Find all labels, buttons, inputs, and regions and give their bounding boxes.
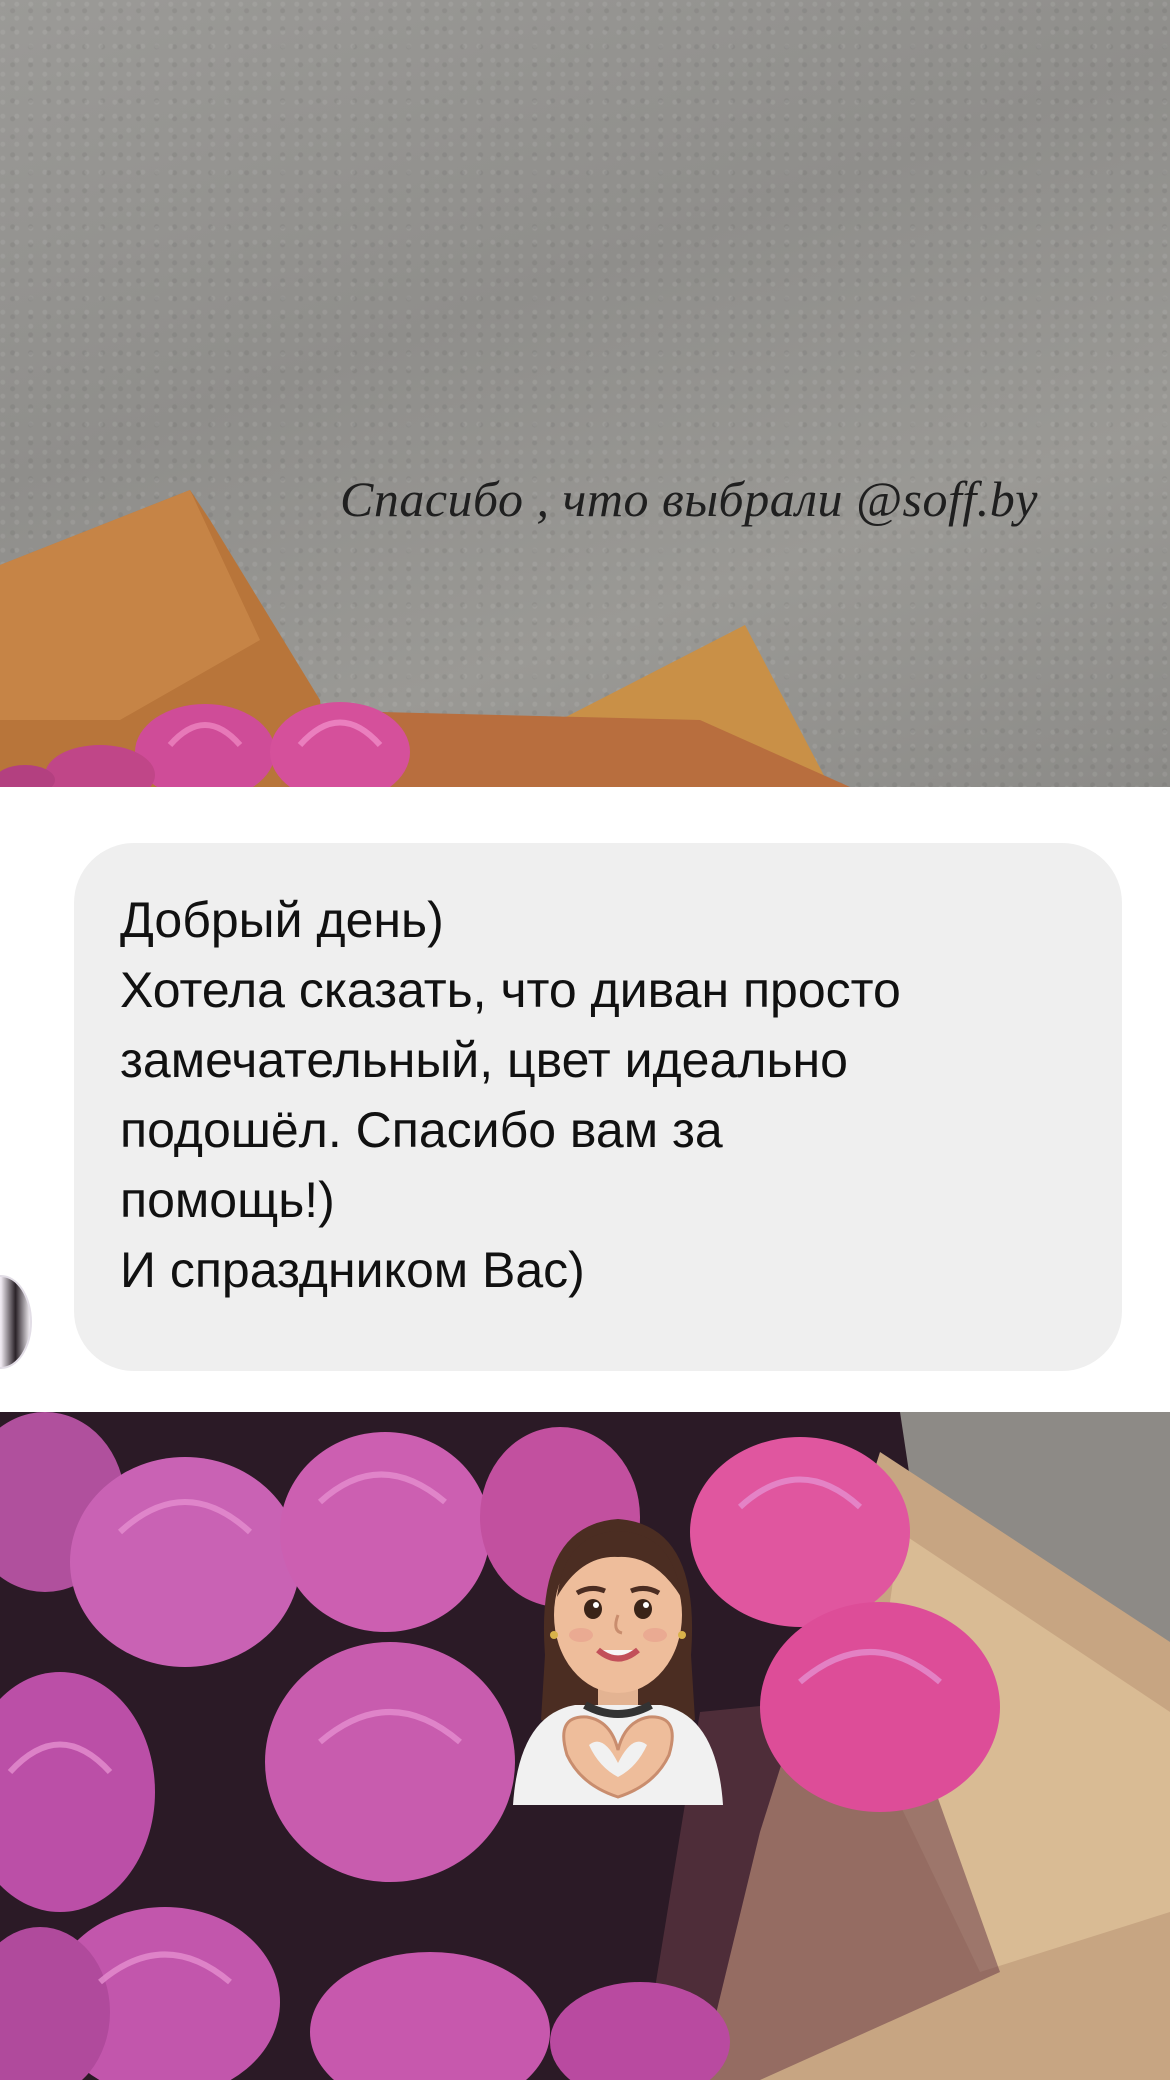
message-bubble[interactable]: Добрый день) Хотела сказать, что диван п… [74,843,1122,1371]
message-line: помощь!) [120,1172,335,1228]
top-photo: Спасибо , что выбрали @soff.by [0,0,1170,787]
message-area: Добрый день) Хотела сказать, что диван п… [0,787,1170,1412]
message-line: подошёл. Спасибо вам за [120,1102,723,1158]
message-line: замечательный, цвет идеально [120,1032,848,1088]
message-line: И спраздником Вас) [120,1242,585,1298]
photo-caption: Спасибо , что выбрали @soff.by [340,471,1038,527]
message-text: Добрый день) Хотела сказать, что диван п… [120,885,1100,1305]
message-line: Добрый день) [120,892,444,948]
message-line: Хотела сказать, что диван просто [120,962,901,1018]
sender-avatar[interactable] [0,1275,32,1369]
kraft-paper-bouquet [0,490,850,787]
memoji-heart-hands-icon [505,1505,731,1810]
